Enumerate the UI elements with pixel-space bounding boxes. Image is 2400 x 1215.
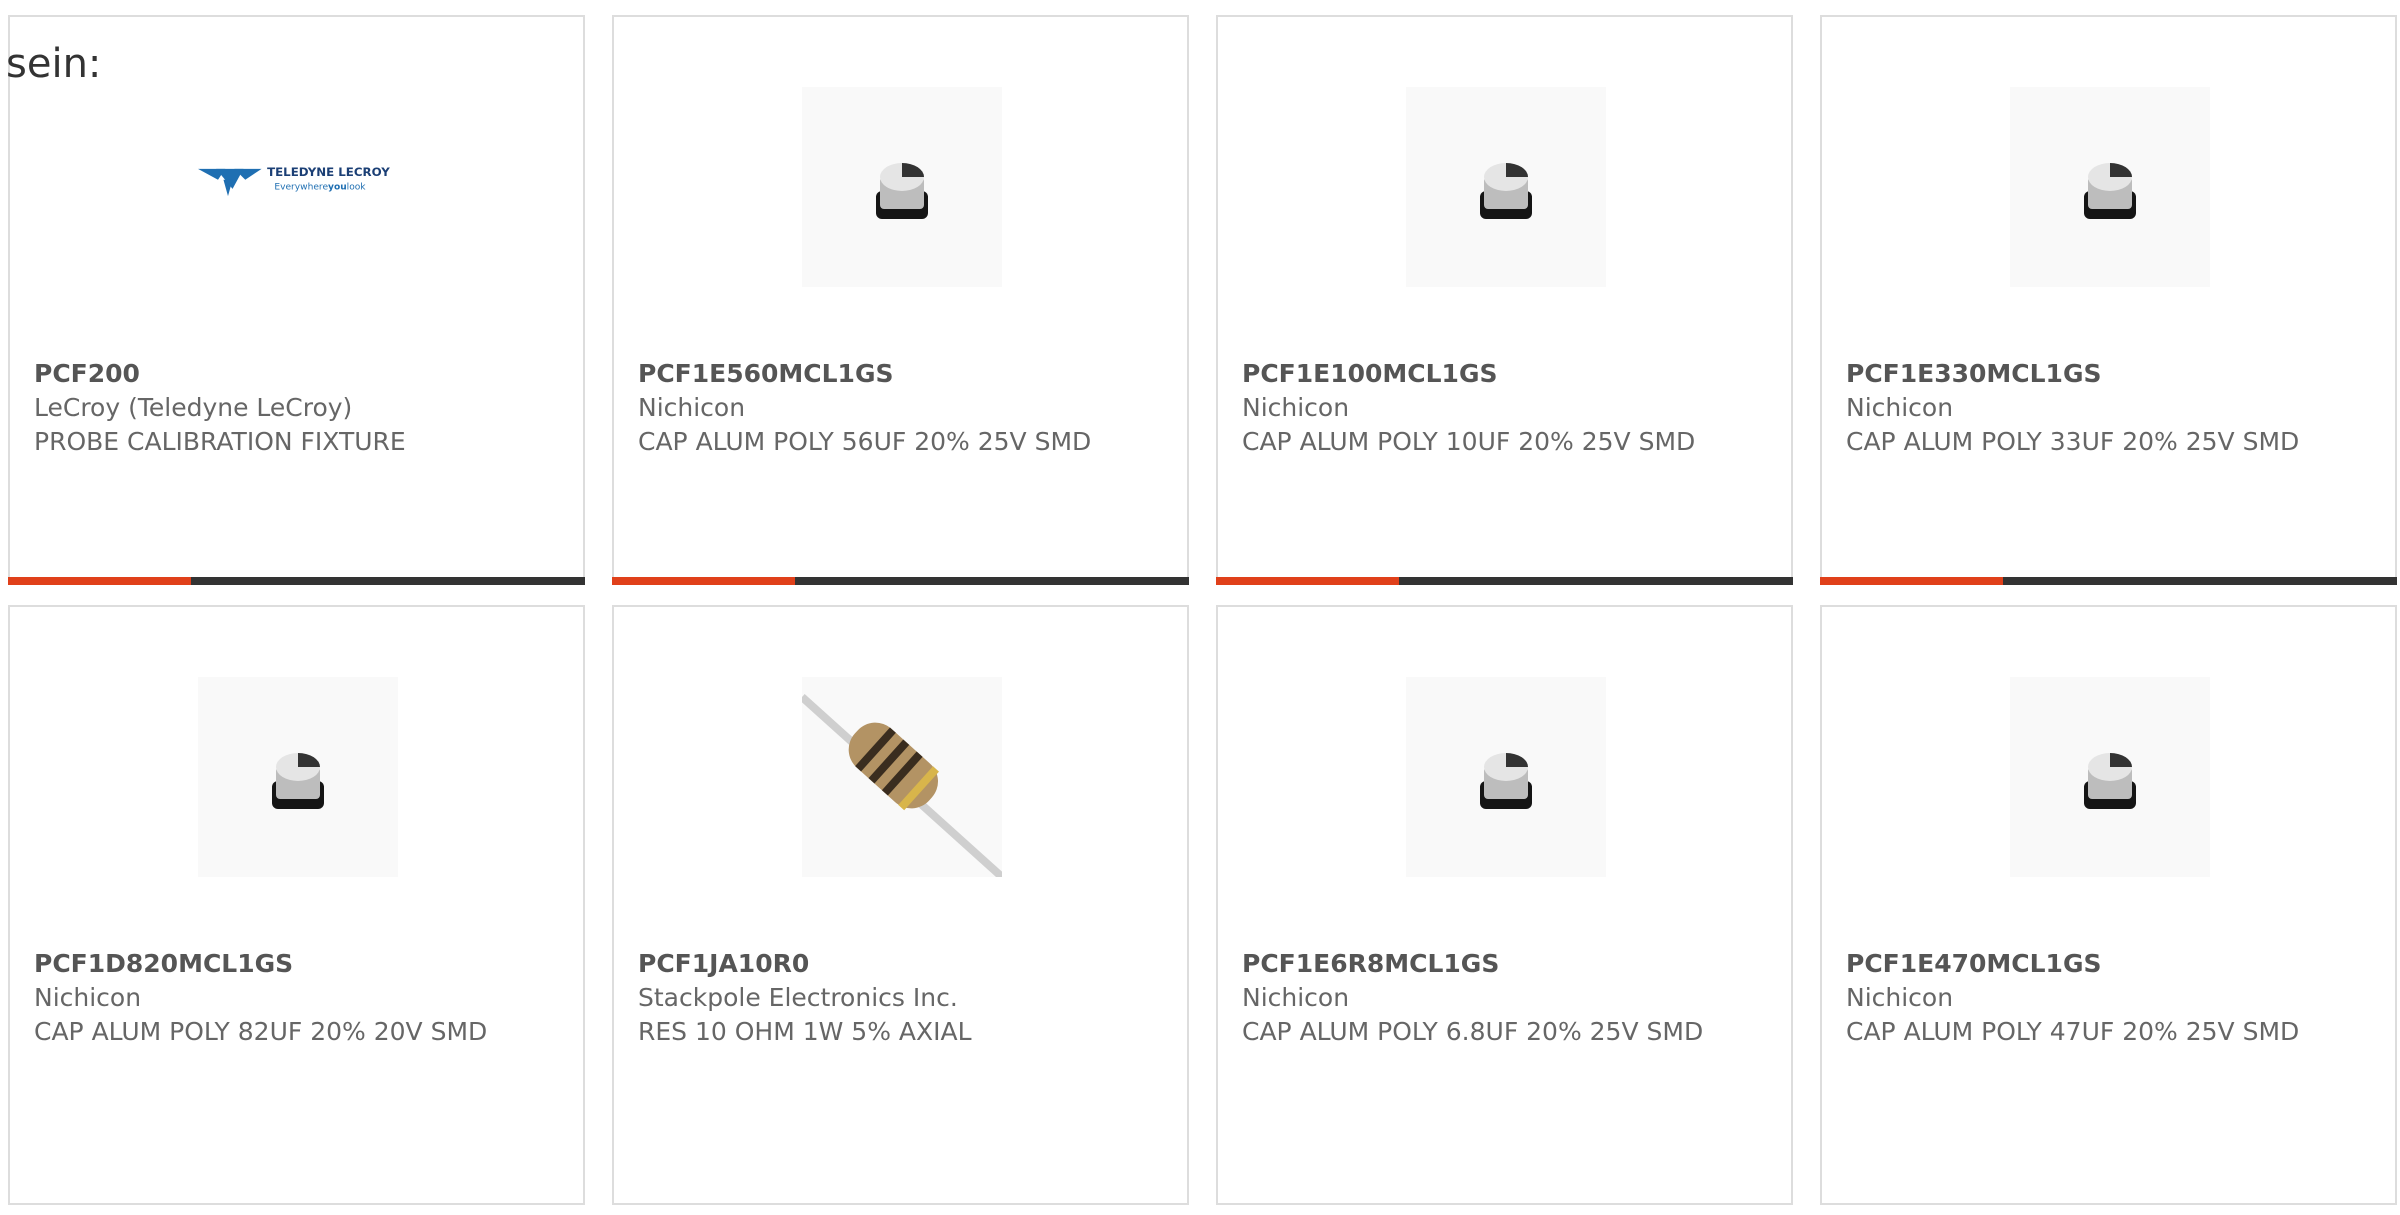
product-card[interactable]: PCF1E100MCL1GS Nichicon CAP ALUM POLY 10… [1216,15,1793,585]
product-image[interactable] [2010,87,2210,287]
description-label: CAP ALUM POLY 47UF 20% 25V SMD [1846,1017,2300,1046]
product-image[interactable] [1406,87,1606,287]
product-card[interactable]: PCF1E6R8MCL1GS Nichicon CAP ALUM POLY 6.… [1216,605,1793,1205]
description-label: CAP ALUM POLY 56UF 20% 25V SMD [638,427,1092,456]
product-image[interactable] [2010,677,2210,877]
card-footer-bar [1216,577,1793,585]
part-number-link[interactable]: PCF1E330MCL1GS [1846,357,2375,391]
manufacturer-label: Stackpole Electronics Inc. [638,983,958,1012]
product-card[interactable]: TELEDYNE LECROY Everywhereyoulook PCF200… [8,15,585,585]
card-accent-bar [1216,577,1399,585]
product-card[interactable]: PCF1E560MCL1GS Nichicon CAP ALUM POLY 56… [612,15,1189,585]
product-info: PCF200 LeCroy (Teledyne LeCroy) PROBE CA… [34,357,563,459]
manufacturer-label: Nichicon [1242,393,1350,422]
part-number-link[interactable]: PCF1E560MCL1GS [638,357,1167,391]
logo-brand: TELEDYNE LECROY [267,165,390,179]
capacitor-icon [2084,163,2136,219]
capacitor-icon [1480,753,1532,809]
intro-text: sein: [6,41,102,87]
description-label: CAP ALUM POLY 33UF 20% 25V SMD [1846,427,2300,456]
card-accent-bar [1820,577,2003,585]
product-card[interactable]: PCF1JA10R0 Stackpole Electronics Inc. RE… [612,605,1189,1205]
description-label: PROBE CALIBRATION FIXTURE [34,427,406,456]
card-footer-bar [1820,577,2397,585]
product-image[interactable]: TELEDYNE LECROY Everywhereyoulook [198,87,398,287]
part-number-link[interactable]: PCF200 [34,357,563,391]
product-image[interactable] [802,87,1002,287]
product-info: PCF1E6R8MCL1GS Nichicon CAP ALUM POLY 6.… [1242,947,1771,1049]
product-info: PCF1E470MCL1GS Nichicon CAP ALUM POLY 47… [1846,947,2375,1049]
product-image[interactable] [802,677,1002,877]
manufacturer-label: Nichicon [34,983,142,1012]
manufacturer-label: Nichicon [638,393,746,422]
product-image[interactable] [198,677,398,877]
card-accent-bar [612,577,795,585]
card-footer-bar [8,577,585,585]
manufacturer-label: Nichicon [1846,983,1954,1012]
part-number-link[interactable]: PCF1JA10R0 [638,947,1167,981]
card-footer-bar [612,577,1189,585]
logo-tagline: Everywhereyoulook [274,183,366,193]
capacitor-icon [876,163,928,219]
description-label: RES 10 OHM 1W 5% AXIAL [638,1017,972,1046]
product-info: PCF1JA10R0 Stackpole Electronics Inc. RE… [638,947,1167,1049]
teledyne-lecroy-logo: TELEDYNE LECROY Everywhereyoulook [198,165,390,197]
capacitor-icon [1480,163,1532,219]
product-grid: TELEDYNE LECROY Everywhereyoulook PCF200… [8,15,2400,1215]
resistor-icon [802,694,1002,877]
product-card[interactable]: PCF1D820MCL1GS Nichicon CAP ALUM POLY 82… [8,605,585,1205]
product-info: PCF1E560MCL1GS Nichicon CAP ALUM POLY 56… [638,357,1167,459]
product-info: PCF1E100MCL1GS Nichicon CAP ALUM POLY 10… [1242,357,1771,459]
description-label: CAP ALUM POLY 10UF 20% 25V SMD [1242,427,1696,456]
product-card[interactable]: PCF1E470MCL1GS Nichicon CAP ALUM POLY 47… [1820,605,2397,1205]
capacitor-icon [272,753,324,809]
part-number-link[interactable]: PCF1E6R8MCL1GS [1242,947,1771,981]
part-number-link[interactable]: PCF1D820MCL1GS [34,947,563,981]
description-label: CAP ALUM POLY 82UF 20% 20V SMD [34,1017,488,1046]
product-info: PCF1D820MCL1GS Nichicon CAP ALUM POLY 82… [34,947,563,1049]
manufacturer-label: Nichicon [1846,393,1954,422]
description-label: CAP ALUM POLY 6.8UF 20% 25V SMD [1242,1017,1704,1046]
manufacturer-label: Nichicon [1242,983,1350,1012]
product-image[interactable] [1406,677,1606,877]
product-card[interactable]: PCF1E330MCL1GS Nichicon CAP ALUM POLY 33… [1820,15,2397,585]
capacitor-icon [2084,753,2136,809]
part-number-link[interactable]: PCF1E100MCL1GS [1242,357,1771,391]
product-info: PCF1E330MCL1GS Nichicon CAP ALUM POLY 33… [1846,357,2375,459]
part-number-link[interactable]: PCF1E470MCL1GS [1846,947,2375,981]
card-accent-bar [8,577,191,585]
manufacturer-label: LeCroy (Teledyne LeCroy) [34,393,353,422]
